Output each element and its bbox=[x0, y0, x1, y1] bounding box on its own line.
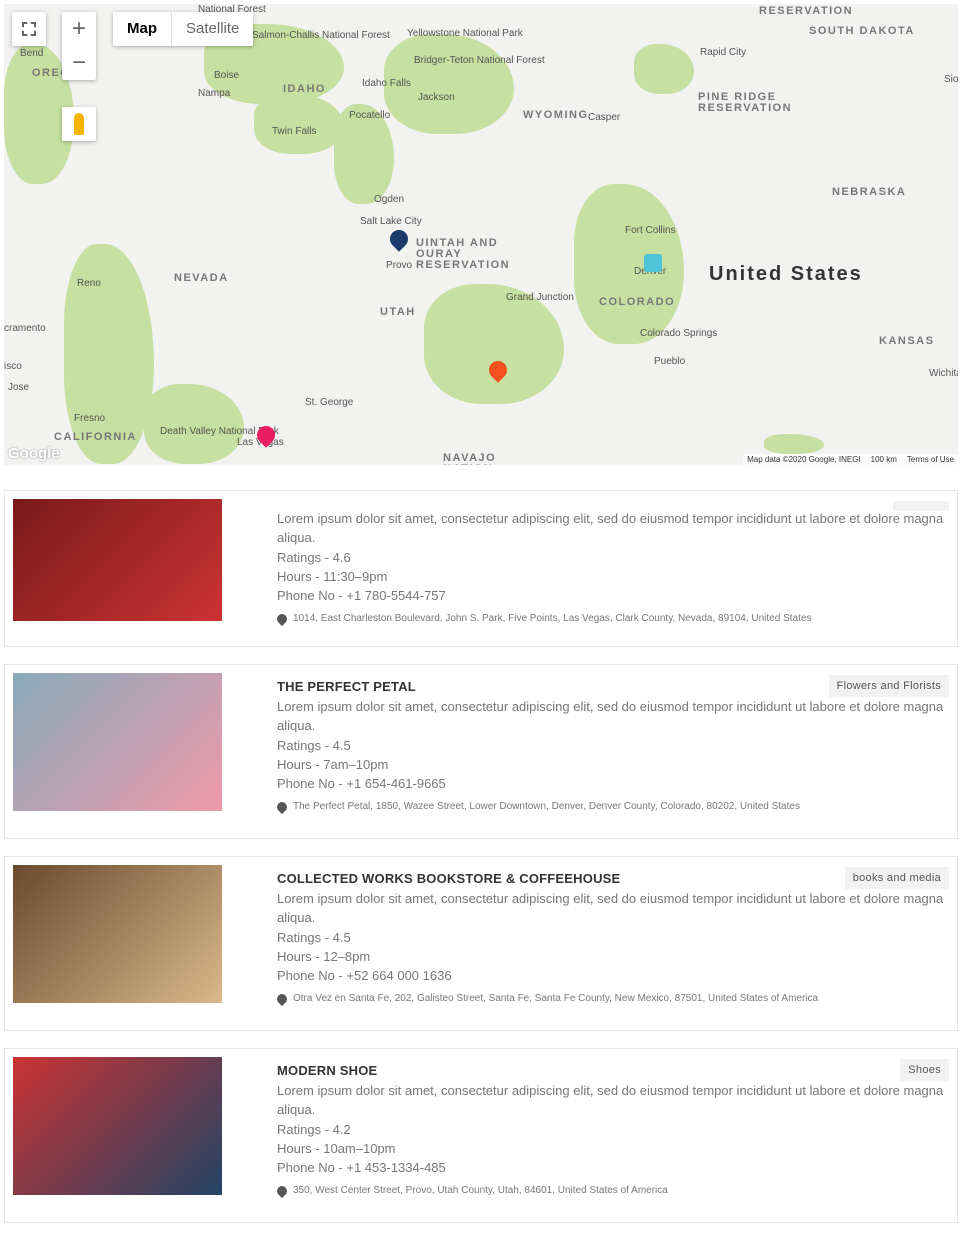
listing-phone: Phone No - +1 654-461-9665 bbox=[277, 776, 446, 792]
map-data-text: Map data ©2020 Google, INEGI bbox=[747, 455, 861, 464]
category-badge[interactable]: books and media bbox=[844, 867, 949, 889]
listing-card[interactable]: MODERN SHOE Lorem ipsum dolor sit amet, … bbox=[4, 1048, 958, 1223]
listing-address: Otra Vez en Santa Fe, 202, Galisteo Stre… bbox=[293, 993, 819, 1005]
map-label: WYOMING bbox=[523, 109, 589, 121]
map-type-satellite[interactable]: Satellite bbox=[172, 12, 253, 46]
map-label: Nampa bbox=[198, 88, 231, 99]
listing-ratings: Ratings - 4.2 bbox=[277, 1121, 351, 1137]
listing-description: Lorem ipsum dolor sit amet, consectetur … bbox=[277, 699, 944, 734]
listing-image[interactable] bbox=[13, 673, 222, 811]
listing-hours: Hours - 7am–10pm bbox=[277, 756, 389, 772]
map-label: UINTAH AND OURAY RESERVATION bbox=[416, 237, 511, 271]
listing-description: Lorem ipsum dolor sit amet, consectetur … bbox=[277, 1083, 944, 1118]
map-label: NAVAJO NATION bbox=[443, 452, 497, 466]
google-logo: Google bbox=[8, 445, 60, 462]
listing-image[interactable] bbox=[13, 499, 222, 621]
map-pin-icon bbox=[274, 991, 290, 1007]
listing-address: The Perfect Petal, 1850, Wazee Street, L… bbox=[293, 801, 800, 813]
map-label: CALIFORNIA bbox=[54, 431, 137, 443]
map-label: Bridger-Teton National Forest bbox=[414, 55, 545, 66]
listing-card[interactable]: THE PERFECT PETAL Lorem ipsum dolor sit … bbox=[4, 664, 958, 839]
map-label: Reno bbox=[77, 278, 101, 289]
map-label: Boise bbox=[214, 70, 240, 81]
map-label: Pocatello bbox=[349, 110, 391, 121]
marker-denver[interactable] bbox=[644, 254, 662, 272]
pegman-icon bbox=[74, 113, 84, 135]
listing-hours: Hours - 12–8pm bbox=[277, 948, 371, 964]
map-label: PINE RIDGE RESERVATION bbox=[698, 91, 793, 114]
terms-link[interactable]: Terms of Use bbox=[907, 455, 954, 464]
map-pin-icon bbox=[274, 611, 290, 627]
zoom-out-button[interactable]: − bbox=[72, 46, 86, 80]
map-pin-icon bbox=[274, 1183, 290, 1199]
listing-ratings: Ratings - 4.5 bbox=[277, 737, 351, 753]
map-label: UTAH bbox=[380, 306, 416, 318]
map-label: Ogden bbox=[374, 194, 405, 205]
map-label: RESERVATION bbox=[759, 5, 854, 17]
listing-card[interactable]: Lorem ipsum dolor sit amet, consectetur … bbox=[4, 490, 958, 647]
pegman-button[interactable] bbox=[62, 107, 96, 141]
map-label: Provo bbox=[386, 260, 413, 271]
map-label: Fresno bbox=[74, 413, 106, 424]
category-badge[interactable] bbox=[893, 501, 949, 511]
map-scale: 100 km bbox=[870, 455, 897, 464]
map-label: Idaho Falls bbox=[362, 78, 411, 89]
map-label: cramento bbox=[4, 323, 46, 334]
map-label: Jackson bbox=[418, 92, 455, 103]
listing-address: 350, West Center Street, Provo, Utah Cou… bbox=[293, 1185, 668, 1197]
listing-hours: Hours - 11:30–9pm bbox=[277, 568, 388, 584]
map-label: KANSAS bbox=[879, 335, 935, 347]
map-label: Salt Lake City bbox=[360, 216, 422, 227]
listing-ratings: Ratings - 4.5 bbox=[277, 929, 351, 945]
map-label: Fort Collins bbox=[625, 225, 676, 236]
map-label: Bend bbox=[20, 48, 44, 59]
map-label: St. George bbox=[305, 397, 354, 408]
map-label: Yellowstone National Park bbox=[407, 28, 523, 39]
zoom-in-button[interactable]: + bbox=[72, 12, 86, 46]
map-label: IDAHO bbox=[283, 83, 326, 95]
map-label: SOUTH DAKOTA bbox=[809, 25, 915, 37]
listing-description: Lorem ipsum dolor sit amet, consectetur … bbox=[277, 511, 944, 546]
map-label: Rapid City bbox=[700, 47, 747, 58]
map-pin-icon bbox=[274, 799, 290, 815]
listing-hours: Hours - 10am–10pm bbox=[277, 1140, 396, 1156]
zoom-control: + − bbox=[62, 12, 96, 80]
map-label: Pueblo bbox=[654, 356, 686, 367]
map-label: United States bbox=[709, 263, 863, 285]
category-badge[interactable]: Shoes bbox=[900, 1059, 949, 1081]
listing-phone: Phone No - +1 780-5544-757 bbox=[277, 588, 446, 604]
map-label: isco bbox=[4, 361, 22, 372]
map-type-control: Map Satellite bbox=[113, 12, 254, 46]
map[interactable]: National Forest Salmon-Challis National F… bbox=[4, 4, 958, 465]
marker-provo[interactable] bbox=[386, 226, 412, 252]
category-badge[interactable]: Flowers and Florists bbox=[828, 675, 949, 697]
map-type-map[interactable]: Map bbox=[113, 12, 172, 46]
listing-phone: Phone No - +1 453-1334-485 bbox=[277, 1160, 446, 1176]
map-label: Sio bbox=[944, 74, 958, 85]
listing-description: Lorem ipsum dolor sit amet, consectetur … bbox=[277, 891, 944, 926]
map-label: Wichita bbox=[929, 368, 958, 379]
map-label: Colorado Springs bbox=[640, 328, 718, 339]
listing-card[interactable]: COLLECTED WORKS BOOKSTORE & COFFEEHOUSE … bbox=[4, 856, 958, 1031]
listing-ratings: Ratings - 4.6 bbox=[277, 549, 351, 565]
map-label: NEVADA bbox=[174, 272, 229, 284]
map-attribution: Map data ©2020 Google, INEGI 100 km Term… bbox=[743, 454, 958, 465]
map-label: Casper bbox=[588, 112, 621, 123]
map-label: COLORADO bbox=[599, 296, 676, 308]
listing-image[interactable] bbox=[13, 1057, 222, 1195]
map-label: Salmon-Challis National Forest bbox=[252, 30, 390, 41]
listing-phone: Phone No - +52 664 000 1636 bbox=[277, 968, 452, 984]
fullscreen-icon bbox=[22, 22, 36, 36]
map-label: Grand Junction bbox=[506, 292, 574, 303]
listing-title[interactable]: MODERN SHOE bbox=[277, 1063, 949, 1081]
fullscreen-button[interactable] bbox=[12, 12, 46, 46]
listing-image[interactable] bbox=[13, 865, 222, 1003]
map-label: Jose bbox=[8, 382, 30, 393]
map-label: NEBRASKA bbox=[832, 186, 907, 198]
listing-address: 1014, East Charleston Boulevard, John S.… bbox=[293, 613, 812, 625]
map-label: Twin Falls bbox=[272, 126, 317, 137]
